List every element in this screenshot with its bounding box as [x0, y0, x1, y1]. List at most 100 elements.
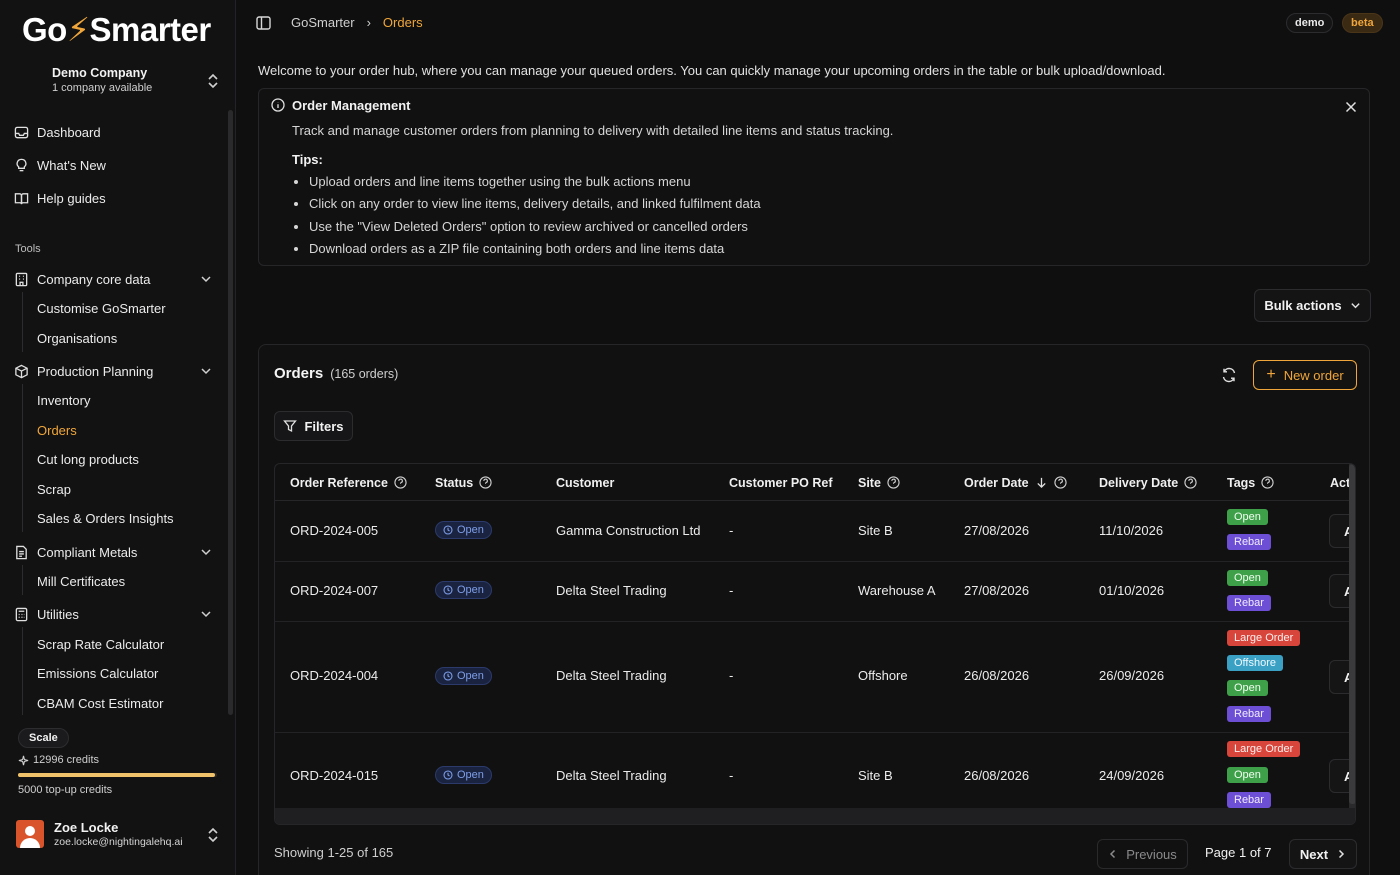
- order-date: 26/08/2026: [964, 668, 1030, 683]
- customer: Delta Steel Trading: [556, 768, 667, 783]
- customer-po-ref: -: [729, 523, 734, 538]
- delivery-date: 01/10/2026: [1099, 583, 1165, 598]
- sidebar-item-scrap[interactable]: Scrap: [37, 479, 71, 499]
- chevron-right-icon: [1339, 849, 1345, 859]
- sidebar-item-dashboard[interactable]: Dashboard: [14, 121, 220, 143]
- chevron-down-icon: [1350, 303, 1360, 309]
- column-header-actions[interactable]: Act: [1330, 464, 1350, 501]
- gosmarter-logo[interactable]: Go⚡Smarter: [22, 10, 211, 49]
- order-management-info-card: Order Management Track and manage custom…: [258, 88, 1370, 266]
- table-row[interactable]: ORD-2024-007 Open Delta Steel Trading - …: [275, 562, 1355, 622]
- orders-header: Orders (165 orders): [274, 365, 398, 382]
- table-row[interactable]: ORD-2024-004 Open Delta Steel Trading - …: [275, 622, 1355, 733]
- tag-rebar: Rebar: [1227, 534, 1271, 550]
- sidebar-item-scrap-rate-calculator[interactable]: Scrap Rate Calculator: [37, 634, 164, 654]
- sidebar-item-cut-long-products[interactable]: Cut long products: [37, 449, 139, 469]
- sidebar-item-customise-gosmarter[interactable]: Customise GoSmarter: [37, 298, 166, 318]
- refresh-icon[interactable]: [1221, 367, 1237, 383]
- chevron-up-down-icon[interactable]: [206, 826, 220, 844]
- arrow-down-icon[interactable]: [1035, 476, 1048, 489]
- sidebar-item-help-guides[interactable]: Help guides: [14, 187, 220, 209]
- sidebar-item-mill-certificates[interactable]: Mill Certificates: [37, 571, 125, 591]
- main-content: GoSmarter › Orders demo beta Welcome to …: [236, 0, 1400, 875]
- info-card-title: Order Management: [292, 98, 411, 113]
- filter-icon: [283, 420, 298, 433]
- sidebar-item-organisations[interactable]: Organisations: [37, 328, 117, 348]
- help-circle-icon[interactable]: [394, 476, 407, 489]
- site: Offshore: [858, 668, 908, 683]
- tag-open: Open: [1227, 570, 1268, 586]
- clock-icon: [443, 525, 453, 535]
- chevron-down-icon[interactable]: [200, 608, 212, 620]
- bulk-actions-button[interactable]: Bulk actions: [1254, 289, 1371, 322]
- sidebar-item-emissions-calculator[interactable]: Emissions Calculator: [37, 663, 158, 683]
- sidebar-item-cbam-cost-estimator[interactable]: CBAM Cost Estimator: [37, 693, 163, 713]
- breadcrumb: GoSmarter › Orders: [291, 15, 423, 30]
- help-circle-icon[interactable]: [1261, 476, 1274, 489]
- help-circle-icon[interactable]: [1053, 476, 1067, 489]
- help-circle-icon[interactable]: [479, 476, 492, 489]
- sparkle-icon: [18, 755, 29, 765]
- pagination-summary: Showing 1-25 of 165: [274, 845, 394, 860]
- package-icon: [15, 364, 28, 378]
- column-header-delivery-date[interactable]: Delivery Date: [1099, 464, 1197, 501]
- column-header-order-reference[interactable]: Order Reference: [290, 464, 407, 501]
- sidebar-item-compliant-metals[interactable]: Compliant Metals: [14, 541, 220, 563]
- tip-item: Use the "View Deleted Orders" option to …: [309, 219, 761, 241]
- chevron-down-icon[interactable]: [200, 365, 212, 377]
- book-open-icon: [14, 192, 29, 204]
- company-count: 1 company available: [52, 82, 153, 94]
- chevron-down-icon[interactable]: [200, 273, 212, 285]
- clock-icon: [443, 671, 453, 681]
- company-switcher[interactable]: Demo Company 1 company available: [52, 66, 152, 94]
- status-badge: Open: [435, 521, 492, 539]
- column-header-site[interactable]: Site: [858, 464, 900, 501]
- column-header-tags[interactable]: Tags: [1227, 464, 1274, 501]
- demo-badge: demo: [1286, 13, 1334, 33]
- sidebar-item-utilities[interactable]: Utilities: [14, 603, 220, 625]
- table-row[interactable]: ORD-2024-005 Open Gamma Construction Ltd…: [275, 501, 1355, 562]
- breadcrumb-root[interactable]: GoSmarter: [291, 15, 355, 30]
- sidebar-item-orders[interactable]: Orders: [37, 420, 77, 440]
- table-vertical-scroll-thumb[interactable]: [1349, 464, 1355, 804]
- column-header-status[interactable]: Status: [435, 464, 492, 501]
- clock-icon: [443, 585, 453, 595]
- customer-po-ref: -: [729, 768, 734, 783]
- table-horizontal-scrollbar[interactable]: [275, 808, 1355, 824]
- customer: Delta Steel Trading: [556, 668, 667, 683]
- file-text-icon: [16, 545, 27, 559]
- sidebar-item-sales-orders-insights[interactable]: Sales & Orders Insights: [37, 508, 174, 528]
- breadcrumb-current: Orders: [382, 15, 423, 30]
- help-circle-icon[interactable]: [887, 476, 900, 489]
- column-header-customer[interactable]: Customer: [556, 464, 614, 501]
- sidebar-item-company-core-data[interactable]: Company core data: [14, 268, 220, 290]
- table-header: Order Reference Status Customer Customer…: [275, 464, 1355, 501]
- sidebar-scrollbar[interactable]: [228, 110, 233, 715]
- user-menu[interactable]: Zoe Locke zoe.locke@nightingalehq.ai: [16, 820, 183, 848]
- previous-page-button[interactable]: Previous: [1097, 839, 1188, 869]
- sidebar-item-inventory[interactable]: Inventory: [37, 390, 90, 410]
- chevron-down-icon[interactable]: [200, 546, 212, 558]
- order-reference: ORD-2024-005: [290, 523, 379, 538]
- lightbulb-icon: [16, 158, 27, 171]
- page-indicator: Page 1 of 7: [1205, 845, 1272, 860]
- tag-open: Open: [1227, 680, 1268, 696]
- sidebar-item-whats-new[interactable]: What's New: [14, 154, 220, 176]
- filters-button[interactable]: Filters: [274, 411, 353, 441]
- plan-badge: Scale: [18, 728, 69, 748]
- tips-list: Upload orders and line items together us…: [309, 174, 761, 263]
- topup-credits: 5000 top-up credits: [18, 784, 113, 796]
- column-header-order-date[interactable]: Order Date: [964, 464, 1067, 501]
- new-order-button[interactable]: + New order: [1253, 360, 1357, 390]
- next-page-button[interactable]: Next: [1289, 839, 1357, 869]
- sidebar-toggle-icon[interactable]: [256, 16, 271, 30]
- chevron-up-down-icon[interactable]: [206, 72, 220, 90]
- order-date: 27/08/2026: [964, 523, 1030, 538]
- help-circle-icon[interactable]: [1184, 476, 1197, 489]
- inbox-icon: [14, 126, 29, 138]
- column-header-customer-po-ref[interactable]: Customer PO Ref: [729, 464, 833, 501]
- sidebar-item-production-planning[interactable]: Production Planning: [14, 360, 220, 382]
- close-icon[interactable]: [1345, 101, 1357, 113]
- delivery-date: 24/09/2026: [1099, 768, 1165, 783]
- submenu-guide-line: [22, 292, 23, 352]
